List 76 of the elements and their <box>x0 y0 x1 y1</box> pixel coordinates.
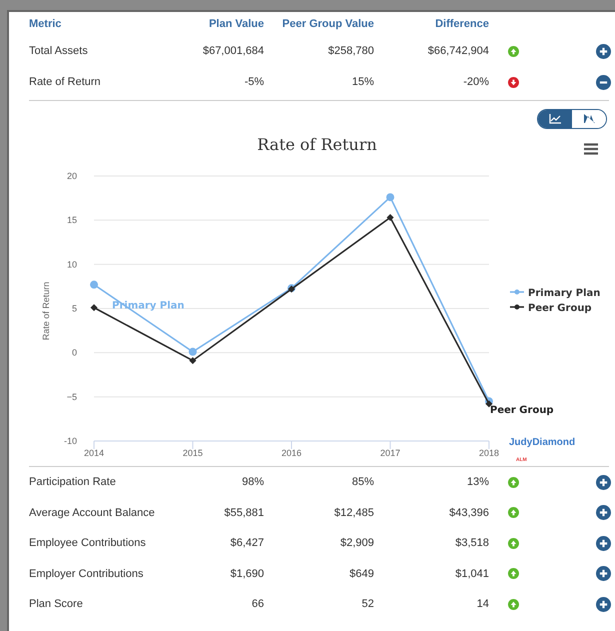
expand-button[interactable] <box>596 596 611 612</box>
point <box>90 280 98 289</box>
plus-icon <box>599 569 608 578</box>
y-tick-label: 0 <box>72 348 77 358</box>
y-tick-label: 20 <box>66 171 77 181</box>
expand-button[interactable] <box>596 474 611 490</box>
y-axis-title: Rate of Return <box>41 282 51 340</box>
point <box>188 348 197 356</box>
chart-type-toggle[interactable] <box>538 110 572 128</box>
y-tick-label: 5 <box>72 304 77 314</box>
difference-value: $66,742,904 <box>428 44 489 60</box>
metric-label: Employee Contributions <box>29 536 147 551</box>
difference-value: $1,041 <box>455 566 489 582</box>
point <box>485 400 493 408</box>
metric-label: Participation Rate <box>29 475 117 490</box>
plus-icon <box>599 47 608 56</box>
legend-item[interactable]: Primary Plan <box>528 288 600 299</box>
legend-marker-icon <box>510 304 524 310</box>
y-tick-label: −5 <box>66 392 77 402</box>
y-tick-label: -10 <box>64 436 77 446</box>
expand-button[interactable] <box>596 44 611 59</box>
plan-value: $1,690 <box>230 566 264 582</box>
point <box>189 357 196 364</box>
legend-marker-icon <box>510 290 524 294</box>
metric-label: Average Account Balance <box>29 506 156 520</box>
x-tick-label: 2015 <box>182 448 203 458</box>
data-annotation: Peer Group <box>490 404 554 416</box>
plan-value: $6,427 <box>230 536 264 551</box>
point <box>386 193 394 202</box>
metric-label: Rate of Return <box>29 75 102 90</box>
difference-value: 13% <box>466 475 489 490</box>
point <box>386 214 394 222</box>
expand-button[interactable] <box>596 566 611 582</box>
point <box>90 304 98 312</box>
area-chart-icon <box>583 114 595 124</box>
plus-icon <box>599 538 608 548</box>
x-tick-label: 2017 <box>380 448 400 458</box>
peer-value: $649 <box>350 566 374 582</box>
chart-title: Rate of Return <box>257 135 377 154</box>
line-chart-icon <box>549 114 561 124</box>
peer-value: 85% <box>352 475 374 490</box>
expand-button[interactable] <box>596 536 611 551</box>
plan-value: 98% <box>242 475 264 490</box>
peer-value: $258,780 <box>328 44 374 60</box>
column-header: Peer Group Value <box>282 16 374 32</box>
plus-icon <box>599 508 608 518</box>
plan-value: 66 <box>252 597 264 612</box>
y-tick-label: 10 <box>66 259 77 270</box>
y-tick-label: 15 <box>66 215 77 226</box>
peer-value: 52 <box>362 597 374 612</box>
metric-label: Plan Score <box>29 597 84 612</box>
collapse-button[interactable] <box>596 75 611 90</box>
peer-value: 15% <box>352 75 374 90</box>
column-header: Metric <box>29 16 62 32</box>
x-tick-label: 2016 <box>281 448 302 458</box>
column-header: Plan Value <box>208 16 264 32</box>
menu-icon[interactable] <box>583 143 599 155</box>
difference-value: $3,518 <box>455 536 489 551</box>
plan-value: -5% <box>244 75 264 90</box>
plan-value: $55,881 <box>224 506 264 520</box>
x-tick-label: 2018 <box>478 448 500 458</box>
difference-value: 14 <box>476 597 489 612</box>
x-tick-label: 2014 <box>84 448 104 458</box>
logo: JudyDiamond <box>509 437 576 448</box>
expand-button[interactable] <box>596 505 611 520</box>
plus-icon <box>599 600 608 609</box>
peer-value: $2,909 <box>340 536 374 551</box>
metric-label: Total Assets <box>29 44 89 60</box>
column-header: Difference <box>435 16 489 32</box>
difference-value: $43,396 <box>449 506 489 520</box>
difference-value: -20% <box>463 75 489 90</box>
plus-icon <box>599 478 608 487</box>
peer-value: $12,485 <box>334 506 374 520</box>
metric-label: Employer Contributions <box>29 566 144 582</box>
plan-value: $67,001,684 <box>202 44 264 60</box>
legend-item[interactable]: Peer Group <box>528 303 592 314</box>
